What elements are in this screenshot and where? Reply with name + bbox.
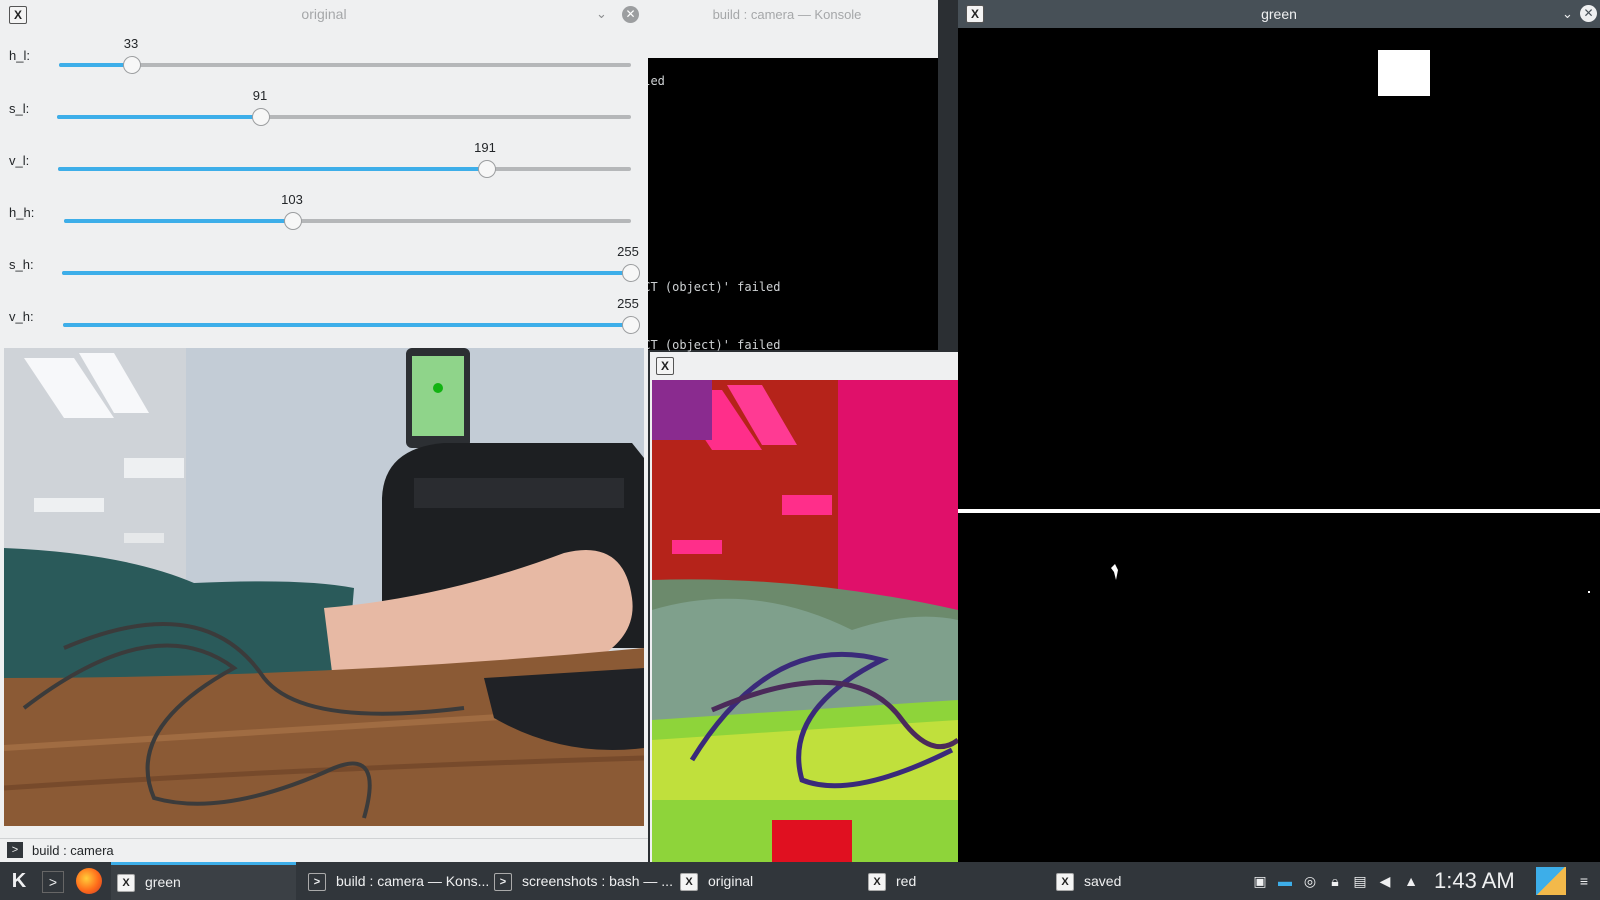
updates-icon[interactable]: ◎ — [1302, 873, 1318, 889]
task-saved[interactable]: Xsaved — [1050, 862, 1238, 900]
chevron-down-icon[interactable]: ⌄ — [596, 6, 607, 22]
task-red[interactable]: Xred — [862, 862, 1050, 900]
slider-h-h[interactable] — [64, 212, 631, 230]
terminal-icon: > — [494, 873, 512, 892]
slider-label-v-h: v_h: — [9, 309, 34, 324]
red-window: X — [650, 352, 958, 862]
konsole-titlebar[interactable]: build : camera — Konsole — [636, 0, 938, 58]
expand-tray-icon[interactable]: ▲ — [1403, 873, 1419, 889]
slider-label-s-h: s_h: — [9, 257, 34, 272]
slider-value-h-l: 33 — [123, 36, 139, 51]
slider-value-s-l: 91 — [252, 88, 268, 103]
volume-icon[interactable]: ◀ — [1377, 873, 1393, 889]
x11-app-icon: X — [117, 874, 135, 893]
lock-icon[interactable]: 🔒︎ — [1327, 873, 1343, 889]
taskbar: K > Xgreen > build : camera — Kons... > sc… — [0, 862, 1600, 900]
firefox-icon[interactable] — [76, 868, 102, 894]
green-window-title: green — [1261, 6, 1297, 22]
terminal-icon: > — [308, 873, 326, 892]
chevron-down-icon[interactable]: ⌄ — [1562, 6, 1573, 22]
slider-s-h[interactable] — [62, 264, 640, 282]
task-label: red — [896, 873, 917, 889]
clock[interactable]: 1:43 AM — [1434, 868, 1515, 894]
slider-value-v-h: 255 — [617, 296, 639, 311]
terminal-line: ECT (object)' failed — [636, 280, 781, 294]
slider-h-l[interactable] — [59, 56, 631, 74]
desktop-preview-icon[interactable] — [1536, 867, 1566, 895]
terminal-launcher-icon[interactable]: > — [42, 871, 64, 893]
original-window-title: original — [301, 6, 347, 22]
mask-image — [958, 28, 1600, 862]
close-icon[interactable]: ✕ — [1580, 5, 1597, 22]
slider-label-h-h: h_h: — [9, 205, 35, 220]
task-label: saved — [1084, 873, 1122, 889]
screen-icon[interactable]: ▣ — [1252, 873, 1268, 889]
hsv-image — [652, 380, 958, 862]
task-label: green — [145, 874, 181, 890]
task-label: build : camera — Kons... — [336, 873, 490, 889]
notifications-icon[interactable]: ▬ — [1277, 873, 1293, 889]
camera-feed-image — [4, 348, 644, 826]
slider-s-l[interactable] — [57, 108, 631, 126]
slider-handle[interactable] — [284, 212, 302, 230]
x11-app-icon[interactable]: X — [656, 357, 674, 375]
app-launcher-icon[interactable]: K — [6, 868, 32, 894]
slider-label-h-l: h_l: — [9, 48, 30, 63]
slider-label-s-l: s_l: — [9, 101, 30, 116]
slider-handle[interactable] — [478, 160, 496, 178]
slider-fill — [57, 115, 261, 119]
x11-app-icon: X — [868, 873, 886, 892]
close-icon[interactable]: ✕ — [622, 6, 639, 23]
menu-icon[interactable]: ≡ — [1576, 873, 1592, 889]
slider-value-v-l: 191 — [474, 140, 496, 155]
slider-handle[interactable] — [622, 264, 640, 282]
original-window: X original ⌄ ✕ h_l: 33 s_l: 91 v_l: 191 … — [0, 0, 648, 862]
task-green[interactable]: Xgreen — [111, 862, 296, 900]
konsole-tab-label[interactable]: build : camera — [32, 843, 114, 858]
green-window: X green ⌄ ✕ — [958, 0, 1600, 862]
slider-v-l[interactable] — [58, 160, 631, 178]
terminal-icon: > — [7, 842, 23, 858]
slider-fill — [63, 323, 631, 327]
slider-label-v-l: v_l: — [9, 153, 30, 168]
slider-fill — [62, 271, 631, 275]
slider-v-h[interactable] — [63, 316, 640, 334]
task-label: original — [708, 873, 754, 889]
slider-fill — [64, 219, 293, 223]
x11-app-icon: X — [1056, 873, 1074, 892]
konsole-window: build : camera — Konsole iled ECT (objec… — [636, 0, 938, 352]
slider-handle[interactable] — [252, 108, 270, 126]
slider-handle[interactable] — [622, 316, 640, 334]
task-label: screenshots : bash — ... — [522, 873, 673, 889]
terminal-line: ECT (object)' failed — [636, 338, 781, 352]
x11-app-icon: X — [680, 873, 698, 892]
clipboard-icon[interactable]: ▤ — [1352, 873, 1368, 889]
task-screenshots[interactable]: > screenshots : bash — ... — [488, 862, 676, 900]
slider-handle[interactable] — [123, 56, 141, 74]
green-titlebar[interactable]: X green ⌄ ✕ — [958, 0, 1600, 28]
task-original[interactable]: Xoriginal — [674, 862, 862, 900]
konsole-tab-strip: > build : camera — [0, 838, 648, 863]
slider-value-h-h: 103 — [281, 192, 303, 207]
slider-fill — [58, 167, 487, 171]
slider-fill — [59, 63, 133, 67]
konsole-title: build : camera — Konsole — [712, 7, 862, 22]
slider-value-s-h: 255 — [617, 244, 639, 259]
task-build-camera[interactable]: > build : camera — Kons... — [302, 862, 490, 900]
